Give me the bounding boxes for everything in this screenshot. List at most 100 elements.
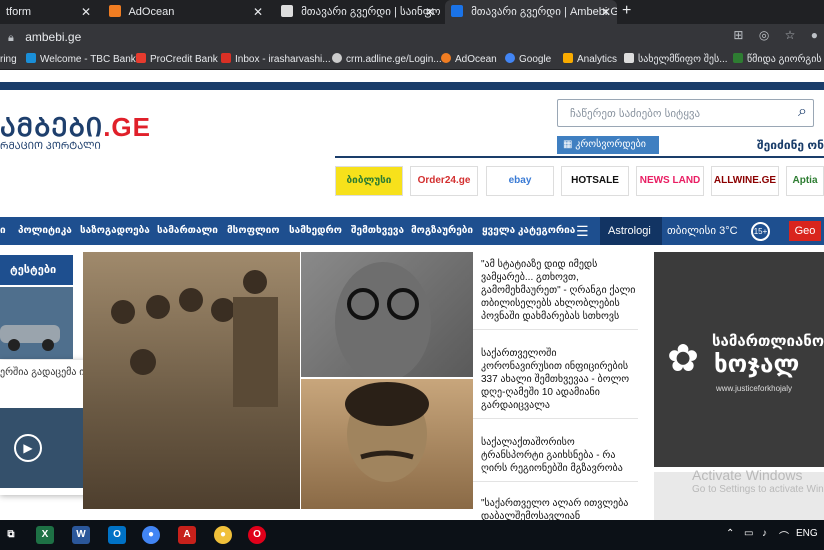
astrology-link[interactable]: Astrologi bbox=[600, 217, 662, 245]
partner-label: ბიბლუსი bbox=[346, 175, 392, 186]
woman-photo[interactable] bbox=[301, 252, 473, 382]
bookmark-item[interactable]: Google bbox=[505, 52, 551, 68]
tests-button[interactable]: ტესტები bbox=[0, 255, 73, 285]
partner-logo[interactable]: NEWS LAND bbox=[636, 166, 704, 196]
nav-item-law[interactable]: სამართალი bbox=[157, 217, 218, 245]
profile-icon[interactable]: ● bbox=[811, 28, 818, 42]
news-item[interactable]: საქართველოში კორონავირუსით ინფიცირების 3… bbox=[473, 341, 638, 419]
new-tab-button[interactable]: + bbox=[622, 2, 631, 20]
url-field[interactable]: 🔒︎ ambebi.ge bbox=[8, 27, 708, 47]
close-icon[interactable]: ✕ bbox=[601, 0, 611, 24]
news-item[interactable]: საქალაქთაშორისო ტრანსპორტი გაიხსნება - რ… bbox=[473, 430, 638, 482]
network-icon[interactable]: ▭ bbox=[744, 528, 753, 539]
wifi-icon[interactable]: ⌒ bbox=[779, 528, 789, 543]
google-icon bbox=[505, 53, 515, 63]
ad-banner[interactable]: ✿ სამართლიანო ხოჯალ www.justiceforkhojal… bbox=[654, 252, 824, 467]
bookmark-label: ring bbox=[0, 54, 17, 65]
close-icon[interactable]: ✕ bbox=[81, 0, 91, 24]
car-thumbnail[interactable] bbox=[0, 287, 73, 359]
bookmark-item[interactable]: ring bbox=[0, 52, 17, 68]
chevron-up-icon[interactable]: ⌃ bbox=[726, 528, 734, 539]
eye-off-icon[interactable]: ◎ bbox=[759, 28, 769, 42]
address-bar: 🔒︎ ambebi.ge ⊞ ◎ ☆ ● bbox=[0, 24, 824, 50]
bookmark-label: AdOcean bbox=[455, 54, 497, 65]
play-icon[interactable]: ▶ bbox=[14, 434, 42, 462]
windows-taskbar: ⧉ X W O ● A ● O ⌃ ▭ ♪ ⌒ ENG bbox=[0, 520, 824, 550]
nav-item-world[interactable]: მსოფლიო bbox=[227, 217, 280, 245]
analytics-icon bbox=[563, 53, 573, 63]
news-headline: "საქართველო ალარ ითვლება დაბალშემოსავლია… bbox=[481, 498, 629, 520]
partner-logo[interactable]: ბიბლუსი bbox=[335, 166, 403, 196]
app-icon[interactable]: ● bbox=[214, 526, 232, 544]
news-item[interactable]: "საქართველო ალარ ითვლება დაბალშემოსავლია… bbox=[473, 491, 638, 520]
partner-label: ebay bbox=[508, 175, 532, 186]
tab-platform[interactable]: tform ✕ bbox=[0, 0, 97, 24]
task-view-icon[interactable]: ⧉ bbox=[2, 526, 20, 544]
age-rating-badge: 15+ bbox=[751, 222, 770, 241]
bookmark-item[interactable]: სახელმწიფო შეს... bbox=[624, 52, 728, 68]
site-tagline: ᲠᲛᲐᲪᲘᲝ ᲞᲝᲠᲢᲐᲚᲘ bbox=[0, 141, 101, 152]
outlook-icon[interactable]: O bbox=[108, 526, 126, 544]
search-icon[interactable]: ⌕ bbox=[798, 103, 807, 121]
language-button[interactable]: Geo bbox=[789, 221, 821, 241]
nav-item-incident[interactable]: შემთხვევა bbox=[351, 217, 404, 245]
partner-logo[interactable]: ALLWINE.GE bbox=[711, 166, 779, 196]
partner-label: ALLWINE.GE bbox=[713, 175, 777, 186]
bookmark-item[interactable]: ProCredit Bank bbox=[136, 52, 218, 68]
man-photo[interactable] bbox=[301, 379, 473, 509]
windows-watermark: Activate Windows bbox=[692, 467, 803, 483]
tab-adocean[interactable]: AdOcean ✕ bbox=[103, 0, 269, 24]
hero-photo[interactable] bbox=[83, 252, 300, 509]
tab-main-info[interactable]: მთავარი გვერდი | საინფორმ ✕ bbox=[275, 0, 441, 24]
bookmark-item[interactable]: Inbox - irasharvashi... bbox=[221, 52, 331, 68]
news-headline: საქართველოში კორონავირუსით ინფიცირების 3… bbox=[481, 348, 630, 411]
close-icon[interactable]: ✕ bbox=[425, 0, 435, 24]
news-headline: საქალაქთაშორისო ტრანსპორტი გაიხსნება - რ… bbox=[481, 437, 623, 474]
address-actions: ⊞ ◎ ☆ ● bbox=[721, 28, 818, 42]
partner-logo[interactable]: HOTSALE bbox=[561, 166, 629, 196]
news-item[interactable]: "ამ სტატიაზე დიდ იმედს ვამყარებ... გთხოვ… bbox=[473, 252, 638, 330]
star-icon[interactable]: ☆ bbox=[785, 28, 796, 42]
nav-item-politics[interactable]: პოლიტიკა bbox=[18, 217, 72, 245]
partner-logo[interactable]: ebay bbox=[486, 166, 554, 196]
close-icon[interactable]: ✕ bbox=[253, 0, 263, 24]
lock-icon: 🔒︎ bbox=[8, 32, 14, 44]
bookmark-item[interactable]: Welcome - TBC Bank bbox=[26, 52, 136, 68]
subscribe-link[interactable]: შეიძინე ონ bbox=[757, 138, 824, 152]
language-indicator[interactable]: ENG bbox=[796, 528, 818, 539]
bookmark-label: Google bbox=[519, 54, 552, 65]
search-input[interactable]: ჩაწერეთ საძიებო სიტყვა ⌕ bbox=[557, 99, 814, 127]
word-icon[interactable]: W bbox=[72, 526, 90, 544]
group-photo bbox=[111, 270, 278, 407]
translate-icon[interactable]: ⊞ bbox=[733, 28, 743, 42]
partner-logo[interactable]: Aptia bbox=[786, 166, 824, 196]
bookmark-item[interactable]: წმიდა გიორგის ს bbox=[733, 52, 824, 68]
logo-ge: .GE bbox=[103, 112, 151, 142]
nav-item-all-categories[interactable]: ყველა კატეგორია bbox=[482, 217, 575, 245]
top-stripe bbox=[0, 82, 824, 90]
bookmark-label: წმიდა გიორგის ს bbox=[747, 54, 824, 65]
volume-icon[interactable]: ♪ bbox=[762, 528, 767, 539]
nav-item-military[interactable]: სამხედრო bbox=[289, 217, 342, 245]
bookmark-item[interactable]: AdOcean bbox=[441, 52, 497, 68]
crossword-button[interactable]: ▦ კროსვორდები bbox=[557, 136, 659, 154]
partner-label: Order24.ge bbox=[417, 175, 471, 186]
tab-ambebi[interactable]: მთავარი გვერდი | Ambebi.GE ✕ bbox=[445, 0, 617, 24]
excel-icon[interactable]: X bbox=[36, 526, 54, 544]
nav-item[interactable]: ი bbox=[0, 217, 6, 245]
adocean-icon bbox=[109, 5, 121, 17]
partner-logo[interactable]: Order24.ge bbox=[410, 166, 478, 196]
page-icon bbox=[733, 53, 743, 63]
menu-icon[interactable]: ☰ bbox=[576, 217, 589, 245]
nav-item-society[interactable]: საზოგადოება bbox=[80, 217, 150, 245]
partner-label: NEWS LAND bbox=[639, 175, 701, 186]
adocean-icon bbox=[441, 53, 451, 63]
chrome-icon[interactable]: ● bbox=[142, 526, 160, 544]
pdf-icon[interactable]: A bbox=[178, 526, 196, 544]
bookmark-item[interactable]: Analytics bbox=[563, 52, 617, 68]
portrait-man bbox=[345, 382, 429, 482]
bookmark-item[interactable]: crm.adline.ge/Login... bbox=[332, 52, 442, 68]
tests-label: ტესტები bbox=[10, 264, 57, 276]
opera-icon[interactable]: O bbox=[248, 526, 266, 544]
nav-item-travel[interactable]: მოგზაურები bbox=[411, 217, 473, 245]
